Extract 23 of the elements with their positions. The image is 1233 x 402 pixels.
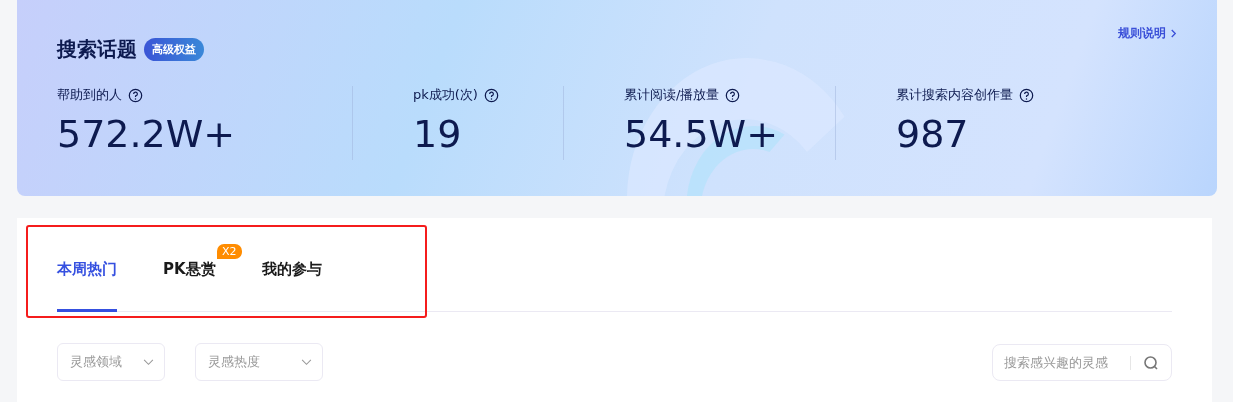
stat-label: pk成功(次) [413,86,478,104]
page-title: 搜索话题 [57,36,137,63]
tab[interactable]: 本周热门 [57,260,117,312]
help-icon[interactable] [1019,87,1034,103]
search-icon[interactable] [1143,354,1159,371]
multiplier-badge: X2 [217,244,242,259]
chevron-right-icon [1170,27,1177,39]
tab[interactable]: 我的参与 [261,260,322,312]
help-icon[interactable] [128,87,143,103]
caret-icon [143,358,154,366]
stat-value: 572.2W+ [57,111,237,158]
rules-link[interactable]: 规则说明 [1118,26,1177,40]
premium-badge: 高级权益 [144,38,204,61]
help-icon[interactable] [483,87,499,103]
search-field[interactable]: 搜索感兴趣的灵感 [992,343,1172,381]
stat-label: 累计阅读/播放量 [624,86,720,104]
stat-label: 累计搜索内容创作量 [896,86,1013,104]
stat-value: 19 [413,111,463,158]
stat-value: 54.5W+ [624,111,780,158]
stat-label: 帮助到的人 [57,86,122,104]
caret-icon [301,358,312,366]
help-icon[interactable] [725,87,741,103]
stat-value: 987 [896,111,970,158]
